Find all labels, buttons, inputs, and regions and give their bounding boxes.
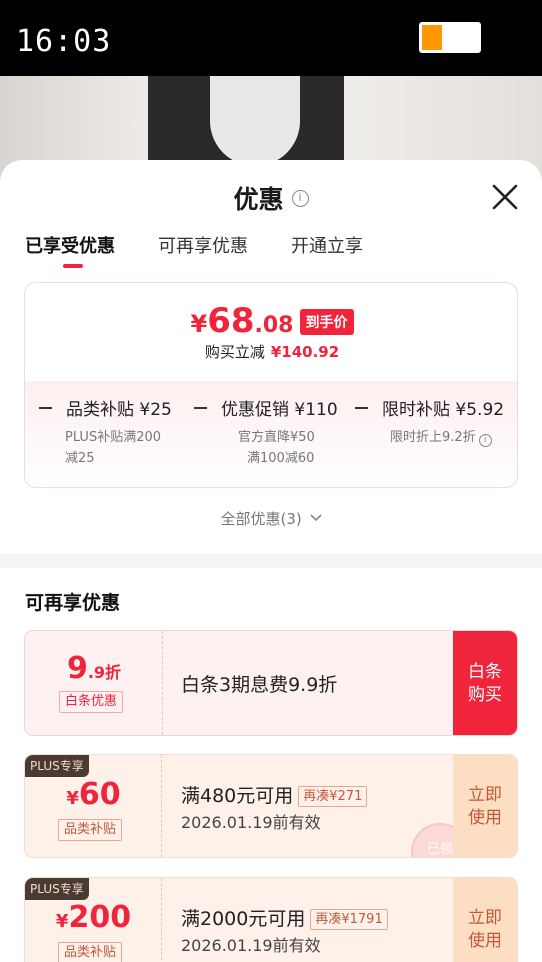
subsidy-title: 限时补贴 ¥5.92 — [382, 400, 505, 420]
offers-sheet: 优惠 i 已享受优惠 可再享优惠 开通立享 ¥68.08 到手价 购买立减 ¥140.… — [0, 160, 542, 962]
price-currency: ¥ — [190, 310, 208, 338]
total-discount: 购买立减 ¥140.92 — [25, 341, 517, 362]
coupon-baitiao: 9.9折 白条优惠 白条3期息费9.9折 白条 购买 — [24, 630, 518, 736]
coupon-currency: ¥ — [66, 788, 79, 809]
subsidy-limited-time: 限时补贴 ¥5.92 限时折上9.2折 i — [355, 395, 504, 448]
discount-label: 购买立减 — [204, 343, 265, 361]
use-now-button[interactable]: 立即 使用 — [453, 755, 517, 857]
coupon-value: 60 — [78, 777, 121, 812]
final-price-tag: 到手价 — [299, 309, 354, 335]
coupon-currency: ¥ — [55, 911, 69, 932]
status-time: 16:03 — [16, 24, 112, 59]
rate-suffix: .9折 — [87, 663, 122, 682]
price-integer: 68 — [207, 301, 255, 341]
coupon-plus-200: ¥200 品类补贴 PLUS专享 满2000元可用 再凑¥1791 2026.01… — [24, 877, 518, 962]
close-icon[interactable] — [488, 180, 522, 214]
info-circle-icon[interactable]: i — [478, 434, 492, 447]
coupon-plus-60: ¥60 品类补贴 PLUS专享 满480元可用 再凑¥271 2026.01.19… — [24, 754, 518, 858]
battery-icon — [419, 22, 481, 53]
subsidy-category: 品类补贴 ¥25 PLUS补贴满200 减25 — [39, 395, 172, 469]
coupon-badge: 白条优惠 — [59, 691, 124, 713]
button-line: 购买 — [468, 685, 502, 705]
chevron-down-icon — [309, 514, 322, 522]
all-offers-toggle[interactable]: 全部优惠(3) — [0, 508, 542, 529]
section-title: 可再享优惠 — [25, 592, 121, 614]
tab-enjoyed-offers[interactable]: 已享受优惠 — [25, 232, 115, 258]
coupon-left: 9.9折 白条优惠 — [25, 631, 163, 735]
tab-more-offers[interactable]: 可再享优惠 — [158, 232, 248, 258]
coupon-description: 白条3期息费9.9折 — [181, 674, 338, 696]
coupon-badge: 品类补贴 — [58, 819, 123, 841]
price-decimal: .08 — [254, 313, 294, 338]
section-divider — [0, 554, 542, 568]
battery-level — [422, 25, 442, 50]
subsidy-detail: 官方直降¥50 — [238, 430, 315, 445]
button-line: 使用 — [468, 931, 502, 951]
plus-exclusive-tag: PLUS专享 — [25, 878, 89, 900]
plus-exclusive-tag: PLUS专享 — [25, 755, 89, 777]
minus-icon — [194, 407, 207, 409]
coupon-badge: 品类补贴 — [58, 942, 123, 962]
info-circle-icon[interactable]: i — [291, 189, 309, 207]
final-price: ¥68.08 到手价 — [25, 301, 517, 341]
subsidy-detail: PLUS补贴满200 — [65, 430, 162, 445]
tab-activate-offers[interactable]: 开通立享 — [291, 232, 363, 258]
baitiao-buy-button[interactable]: 白条 购买 — [453, 631, 517, 735]
coupon-gap-tag: 再凑¥271 — [298, 786, 368, 807]
button-line: 使用 — [468, 808, 502, 828]
discount-amount: ¥140.92 — [270, 343, 340, 361]
coupon-value: 200 — [68, 900, 132, 935]
coupon-condition-text: 满2000元可用 — [181, 908, 306, 930]
coupon-validity: 2026.01.19前有效 — [181, 936, 321, 955]
coupon-gap-tag: 再凑¥1791 — [310, 909, 388, 930]
subsidy-title: 品类补贴 ¥25 — [66, 400, 172, 420]
status-bar: 16:03 — [0, 0, 542, 76]
use-now-button[interactable]: 立即 使用 — [453, 878, 517, 962]
coupon-validity: 2026.01.19前有效 — [181, 813, 321, 832]
subsidy-detail: 满100减60 — [247, 451, 315, 466]
sheet-title-text: 优惠 — [233, 185, 284, 214]
button-line: 立即 — [468, 785, 502, 805]
minus-icon — [39, 407, 52, 409]
coupon-condition: 满480元可用 再凑¥271 — [181, 781, 368, 808]
minus-icon — [355, 407, 368, 409]
product-image-collar — [210, 76, 300, 166]
discount-breakdown: 品类补贴 ¥25 PLUS补贴满200 减25 优惠促销 ¥110 官方直降¥5… — [25, 381, 517, 487]
coupon-amount: ¥60 — [25, 777, 162, 812]
coupon-condition: 满2000元可用 再凑¥1791 — [181, 904, 388, 931]
final-price-card: ¥68.08 到手价 购买立减 ¥140.92 品类补贴 ¥25 PLUS补贴满20… — [24, 282, 518, 488]
rate-integer: 9 — [66, 651, 88, 686]
price-summary: ¥68.08 到手价 购买立减 ¥140.92 — [25, 283, 517, 381]
button-line: 白条 — [468, 662, 502, 682]
sheet-title: 优惠 i — [0, 180, 542, 216]
active-tab-indicator — [63, 264, 83, 268]
subsidy-promotion: 优惠促销 ¥110 官方直降¥50 满100减60 — [194, 395, 338, 469]
subsidy-title: 优惠促销 ¥110 — [221, 400, 338, 420]
subsidy-detail: 减25 — [65, 451, 95, 466]
coupon-condition-text: 满480元可用 — [181, 785, 294, 807]
coupon-rate: 9.9折 — [25, 651, 163, 686]
subsidy-detail: 限时折上9.2折 — [390, 430, 476, 445]
all-offers-label: 全部优惠(3) — [220, 510, 302, 528]
button-line: 立即 — [468, 908, 502, 928]
screen: 16:03 优惠 i 已享受优惠 可再享优惠 开通立享 ¥68.08 到手价 购… — [0, 0, 542, 962]
coupon-amount: ¥200 — [25, 900, 162, 935]
